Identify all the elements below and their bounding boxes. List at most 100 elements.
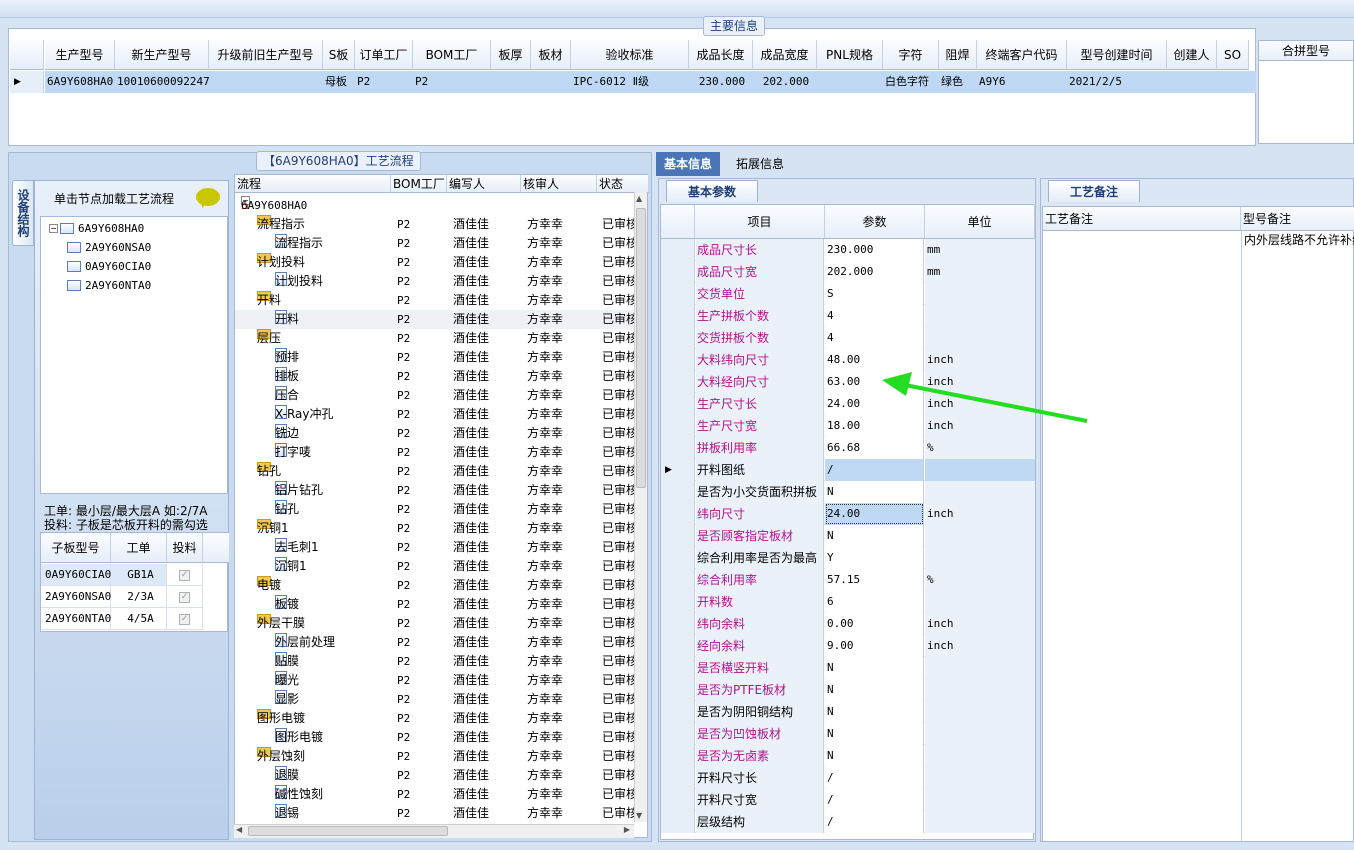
main-col-header[interactable]: 创建人: [1167, 40, 1217, 70]
feed-checkbox[interactable]: ✓: [179, 570, 190, 581]
param-value[interactable]: N: [825, 723, 924, 745]
param-value[interactable]: N: [825, 657, 924, 679]
param-row[interactable]: 纬向余料 0.00 inch: [661, 613, 1035, 635]
param-row-selector[interactable]: [661, 569, 695, 591]
main-cell[interactable]: [817, 71, 883, 93]
param-row-selector[interactable]: [661, 789, 695, 811]
flow-row[interactable]: 计划投料 P2 酒佳佳 方幸幸 已审核: [235, 272, 635, 291]
param-row[interactable]: 生产拼板个数 4: [661, 305, 1035, 327]
param-row-selector[interactable]: [661, 811, 695, 833]
flow-row[interactable]: −计划投料P2酒佳佳方幸幸已审核: [235, 253, 635, 272]
params-col-header[interactable]: 项目: [695, 205, 825, 239]
param-row[interactable]: 是否横竖开料 N: [661, 657, 1035, 679]
param-value[interactable]: N: [825, 701, 924, 723]
expand-icon[interactable]: −: [49, 224, 58, 233]
param-value[interactable]: 57.15: [825, 569, 924, 591]
param-value[interactable]: 4: [825, 327, 924, 349]
param-row[interactable]: 生产尺寸长 24.00 inch: [661, 393, 1035, 415]
param-row[interactable]: 是否为PTFE板材 N: [661, 679, 1035, 701]
param-row-selector[interactable]: [661, 371, 695, 393]
flow-row[interactable]: 退膜 P2 酒佳佳 方幸幸 已审核: [235, 766, 635, 785]
flow-horizontal-scrollbar[interactable]: ◀ ▶: [234, 824, 634, 838]
flow-row[interactable]: 贴膜 P2 酒佳佳 方幸幸 已审核: [235, 652, 635, 671]
scroll-up-icon[interactable]: ▲: [636, 194, 642, 203]
flow-vscroll-thumb[interactable]: [636, 208, 646, 488]
param-row[interactable]: 大料经向尺寸 63.00 inch: [661, 371, 1035, 393]
flow-row[interactable]: −沉铜1P2酒佳佳方幸幸已审核: [235, 519, 635, 538]
main-cell[interactable]: 202.000: [753, 71, 817, 93]
param-value[interactable]: 4: [825, 305, 924, 327]
feed-checkbox[interactable]: ✓: [179, 592, 190, 603]
sub-board-feed[interactable]: ✓: [167, 586, 203, 608]
param-row[interactable]: 是否为凹蚀板材 N: [661, 723, 1035, 745]
main-col-header[interactable]: 升级前旧生产型号: [209, 40, 323, 70]
flow-row[interactable]: −钻孔P2酒佳佳方幸幸已审核: [235, 462, 635, 481]
flow-vertical-scrollbar[interactable]: ▲ ▼: [634, 192, 647, 822]
scroll-left-icon[interactable]: ◀: [236, 825, 242, 834]
param-row[interactable]: 开料数 6: [661, 591, 1035, 613]
param-row-selector[interactable]: ▶: [661, 459, 695, 481]
tree-node[interactable]: 2A9Y60NSA0: [67, 238, 151, 256]
flow-row[interactable]: 流程指示 P2 酒佳佳 方幸幸 已审核: [235, 234, 635, 253]
main-cell[interactable]: [1217, 71, 1249, 93]
feed-checkbox[interactable]: ✓: [179, 614, 190, 625]
main-cell[interactable]: 2021/2/5: [1067, 71, 1167, 93]
main-col-header[interactable]: SO: [1217, 40, 1249, 70]
main-col-header[interactable]: 成品宽度: [753, 40, 817, 70]
param-row-selector[interactable]: [661, 239, 695, 261]
param-row[interactable]: 综合利用率 57.15%: [661, 569, 1035, 591]
param-value[interactable]: N: [825, 679, 924, 701]
speech-bubble-icon[interactable]: [196, 188, 220, 206]
main-col-header[interactable]: 阻焊: [939, 40, 977, 70]
param-row[interactable]: 生产尺寸宽 18.00 inch: [661, 415, 1035, 437]
main-cell[interactable]: 绿色: [939, 71, 977, 93]
param-row[interactable]: 层级结构 /: [661, 811, 1035, 833]
sub-board-model[interactable]: 2A9Y60NTA0: [41, 608, 111, 630]
flow-col-header[interactable]: 编写人: [447, 175, 521, 193]
param-row-selector[interactable]: [661, 701, 695, 723]
param-row[interactable]: 开料尺寸长 /: [661, 767, 1035, 789]
main-col-header[interactable]: PNL规格: [817, 40, 883, 70]
param-row[interactable]: 是否为阴阳铜结构 N: [661, 701, 1035, 723]
sub-board-model[interactable]: 0A9Y60CIA0: [41, 564, 111, 586]
main-col-header[interactable]: S板: [323, 40, 355, 70]
param-value[interactable]: 18.00: [825, 415, 924, 437]
param-row[interactable]: ▶ 开料图纸 /: [661, 459, 1035, 481]
main-cell[interactable]: [531, 71, 571, 93]
param-row[interactable]: 是否顾客指定板材 N: [661, 525, 1035, 547]
tree-node[interactable]: − 6A9Y608HA0: [49, 219, 144, 237]
param-row[interactable]: 交货拼板个数 4: [661, 327, 1035, 349]
param-row-selector[interactable]: [661, 635, 695, 657]
param-value[interactable]: /: [825, 789, 924, 811]
flow-row[interactable]: 外层前处理 P2 酒佳佳 方幸幸 已审核: [235, 633, 635, 652]
params-col-header[interactable]: 参数: [825, 205, 925, 239]
flow-row[interactable]: −层压P2酒佳佳方幸幸已审核: [235, 329, 635, 348]
param-value[interactable]: N: [825, 525, 924, 547]
sub-board-feed[interactable]: ✓: [167, 608, 203, 630]
main-col-header[interactable]: BOM工厂: [413, 40, 491, 70]
flow-row[interactable]: 去毛刺1 P2 酒佳佳 方幸幸 已审核: [235, 538, 635, 557]
main-cell[interactable]: [209, 71, 323, 93]
params-col-header[interactable]: 单位: [925, 205, 1035, 239]
sub-board-feed[interactable]: ✓: [167, 564, 203, 586]
param-value[interactable]: /: [825, 767, 924, 789]
main-col-header[interactable]: 板材: [531, 40, 571, 70]
param-row-selector[interactable]: [661, 503, 695, 525]
flow-row[interactable]: 铣边 P2 酒佳佳 方幸幸 已审核: [235, 424, 635, 443]
param-value[interactable]: N: [825, 745, 924, 767]
main-cell[interactable]: 母板: [323, 71, 355, 93]
flow-col-header[interactable]: 核审人: [521, 175, 597, 193]
tree-node[interactable]: 2A9Y60NTA0: [67, 276, 151, 294]
param-row[interactable]: 大料纬向尺寸 48.00 inch: [661, 349, 1035, 371]
flow-hscroll-thumb[interactable]: [248, 826, 448, 836]
param-row-selector[interactable]: [661, 767, 695, 789]
flow-row[interactable]: −外层蚀刻P2酒佳佳方幸幸已审核: [235, 747, 635, 766]
tab-structure[interactable]: 设备结构: [12, 180, 34, 246]
main-col-header[interactable]: 型号创建时间: [1067, 40, 1167, 70]
param-value[interactable]: 63.00: [825, 371, 924, 393]
flow-col-header[interactable]: BOM工厂: [391, 175, 447, 193]
flow-root-row[interactable]: − ⌂ 6A9Y608HA0: [235, 196, 635, 215]
param-value[interactable]: 0.00: [825, 613, 924, 635]
main-cell[interactable]: 白色字符: [883, 71, 939, 93]
param-row[interactable]: 交货单位 S: [661, 283, 1035, 305]
